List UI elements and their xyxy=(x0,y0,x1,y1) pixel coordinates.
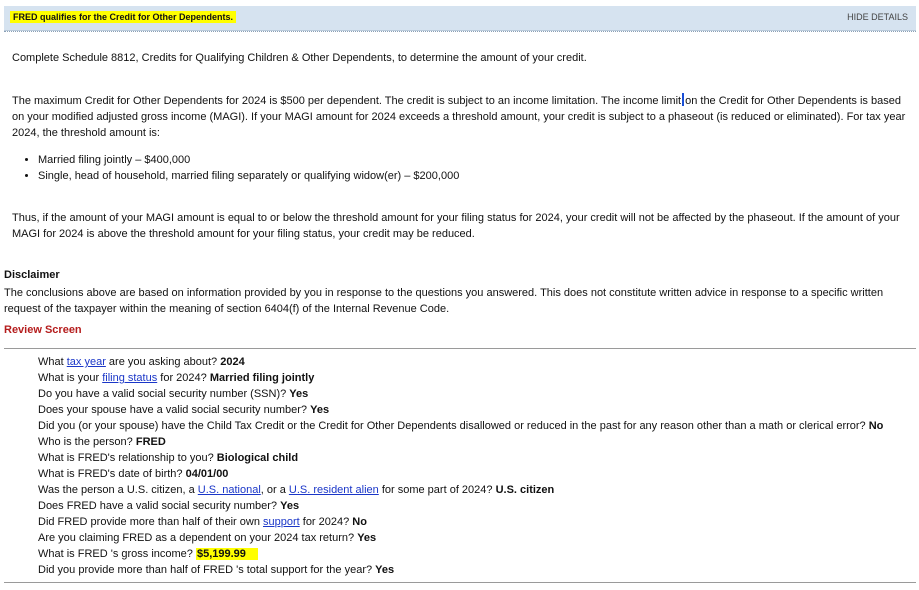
glossary-link[interactable]: support xyxy=(263,516,300,528)
result-title: FRED qualifies for the Credit for Other … xyxy=(10,11,237,23)
review-item: What is FRED's date of birth? 04/01/00 xyxy=(38,466,883,482)
max-credit-text-a: The maximum Credit for Other Dependents … xyxy=(12,95,682,107)
review-question-text: Was the person a U.S. citizen, a xyxy=(38,484,198,496)
review-question-text: Did you provide more than half of FRED '… xyxy=(38,564,376,576)
threshold-item-single: Single, head of household, married filin… xyxy=(38,168,459,184)
header-divider xyxy=(4,31,916,32)
review-question-text: Does your spouse have a valid social sec… xyxy=(38,404,311,416)
review-item: What tax year are you asking about? 2024 xyxy=(38,354,883,370)
review-answer: Yes xyxy=(310,404,330,416)
review-question-text: , or a xyxy=(260,484,289,496)
review-item: What is FRED 's gross income? $5,199.99 xyxy=(38,546,883,562)
glossary-link[interactable]: tax year xyxy=(67,356,106,368)
review-divider-bottom xyxy=(4,582,916,583)
review-question-text: for 2024? xyxy=(299,516,353,528)
review-item: What is your filing status for 2024? Mar… xyxy=(38,370,883,386)
review-question-text: What is FRED's date of birth? xyxy=(38,468,186,480)
review-item: Does your spouse have a valid social sec… xyxy=(38,402,883,418)
review-question-text: What xyxy=(38,356,67,368)
review-answer: No xyxy=(868,420,884,432)
review-answer: Biological child xyxy=(216,452,299,464)
review-answer: 2024 xyxy=(220,356,245,368)
review-question-text: Who is the person? xyxy=(38,436,136,448)
review-item: Was the person a U.S. citizen, a U.S. na… xyxy=(38,482,883,498)
review-screen-link[interactable]: Review Screen xyxy=(4,324,82,336)
review-answer: Married filing jointly xyxy=(209,372,315,384)
review-divider-top xyxy=(4,348,916,349)
review-question-text: Did you (or your spouse) have the Child … xyxy=(38,420,869,432)
glossary-link[interactable]: U.S. national xyxy=(198,484,261,496)
glossary-link[interactable]: filing status xyxy=(102,372,157,384)
review-item: Did you (or your spouse) have the Child … xyxy=(38,418,883,434)
review-answer: 04/01/00 xyxy=(185,468,229,480)
review-answer: No xyxy=(352,516,367,528)
review-item: Does FRED have a valid social security n… xyxy=(38,498,883,514)
review-question-text: are you asking about? xyxy=(105,356,221,368)
result-header-bar: FRED qualifies for the Credit for Other … xyxy=(4,6,916,31)
review-question-text: Do you have a valid social security numb… xyxy=(38,388,290,400)
review-item: Did FRED provide more than half of their… xyxy=(38,514,883,530)
review-question-text: Are you claiming FRED as a dependent on … xyxy=(38,532,358,544)
disclaimer-title: Disclaimer xyxy=(4,269,60,281)
review-question-text: Did FRED provide more than half of their… xyxy=(38,516,263,528)
review-item: Do you have a valid social security numb… xyxy=(38,386,883,402)
threshold-item-mfj: Married filing jointly – $400,000 xyxy=(38,152,459,168)
intro-paragraph: Complete Schedule 8812, Credits for Qual… xyxy=(12,52,587,64)
review-answer: Yes xyxy=(375,564,395,576)
review-answer: Yes xyxy=(280,500,300,512)
review-answer: Yes xyxy=(357,532,377,544)
text-cursor xyxy=(682,93,685,106)
review-item: Are you claiming FRED as a dependent on … xyxy=(38,530,883,546)
max-credit-paragraph: The maximum Credit for Other Dependents … xyxy=(12,93,908,141)
review-item: Did you provide more than half of FRED '… xyxy=(38,562,883,578)
review-answer: FRED xyxy=(135,436,166,448)
review-answer: Yes xyxy=(289,388,309,400)
review-question-text: for some part of 2024? xyxy=(378,484,496,496)
review-question-text: Does FRED have a valid social security n… xyxy=(38,500,281,512)
review-item: Who is the person? FRED xyxy=(38,434,883,450)
threshold-list: Married filing jointly – $400,000 Single… xyxy=(22,152,459,184)
highlighted-answer: $5,199.99 xyxy=(195,548,258,560)
phaseout-paragraph: Thus, if the amount of your MAGI amount … xyxy=(12,212,900,240)
glossary-link[interactable]: U.S. resident alien xyxy=(289,484,379,496)
review-answers-list: What tax year are you asking about? 2024… xyxy=(38,354,883,578)
review-question-text: What is FRED 's gross income? xyxy=(38,548,196,560)
disclaimer-text: The conclusions above are based on infor… xyxy=(4,287,884,315)
hide-details-link[interactable]: HIDE DETAILS xyxy=(847,12,908,22)
review-item: What is FRED's relationship to you? Biol… xyxy=(38,450,883,466)
review-question-text: What is FRED's relationship to you? xyxy=(38,452,217,464)
review-answer: U.S. citizen xyxy=(495,484,555,496)
review-question-text: What is your xyxy=(38,372,103,384)
review-question-text: for 2024? xyxy=(157,372,210,384)
